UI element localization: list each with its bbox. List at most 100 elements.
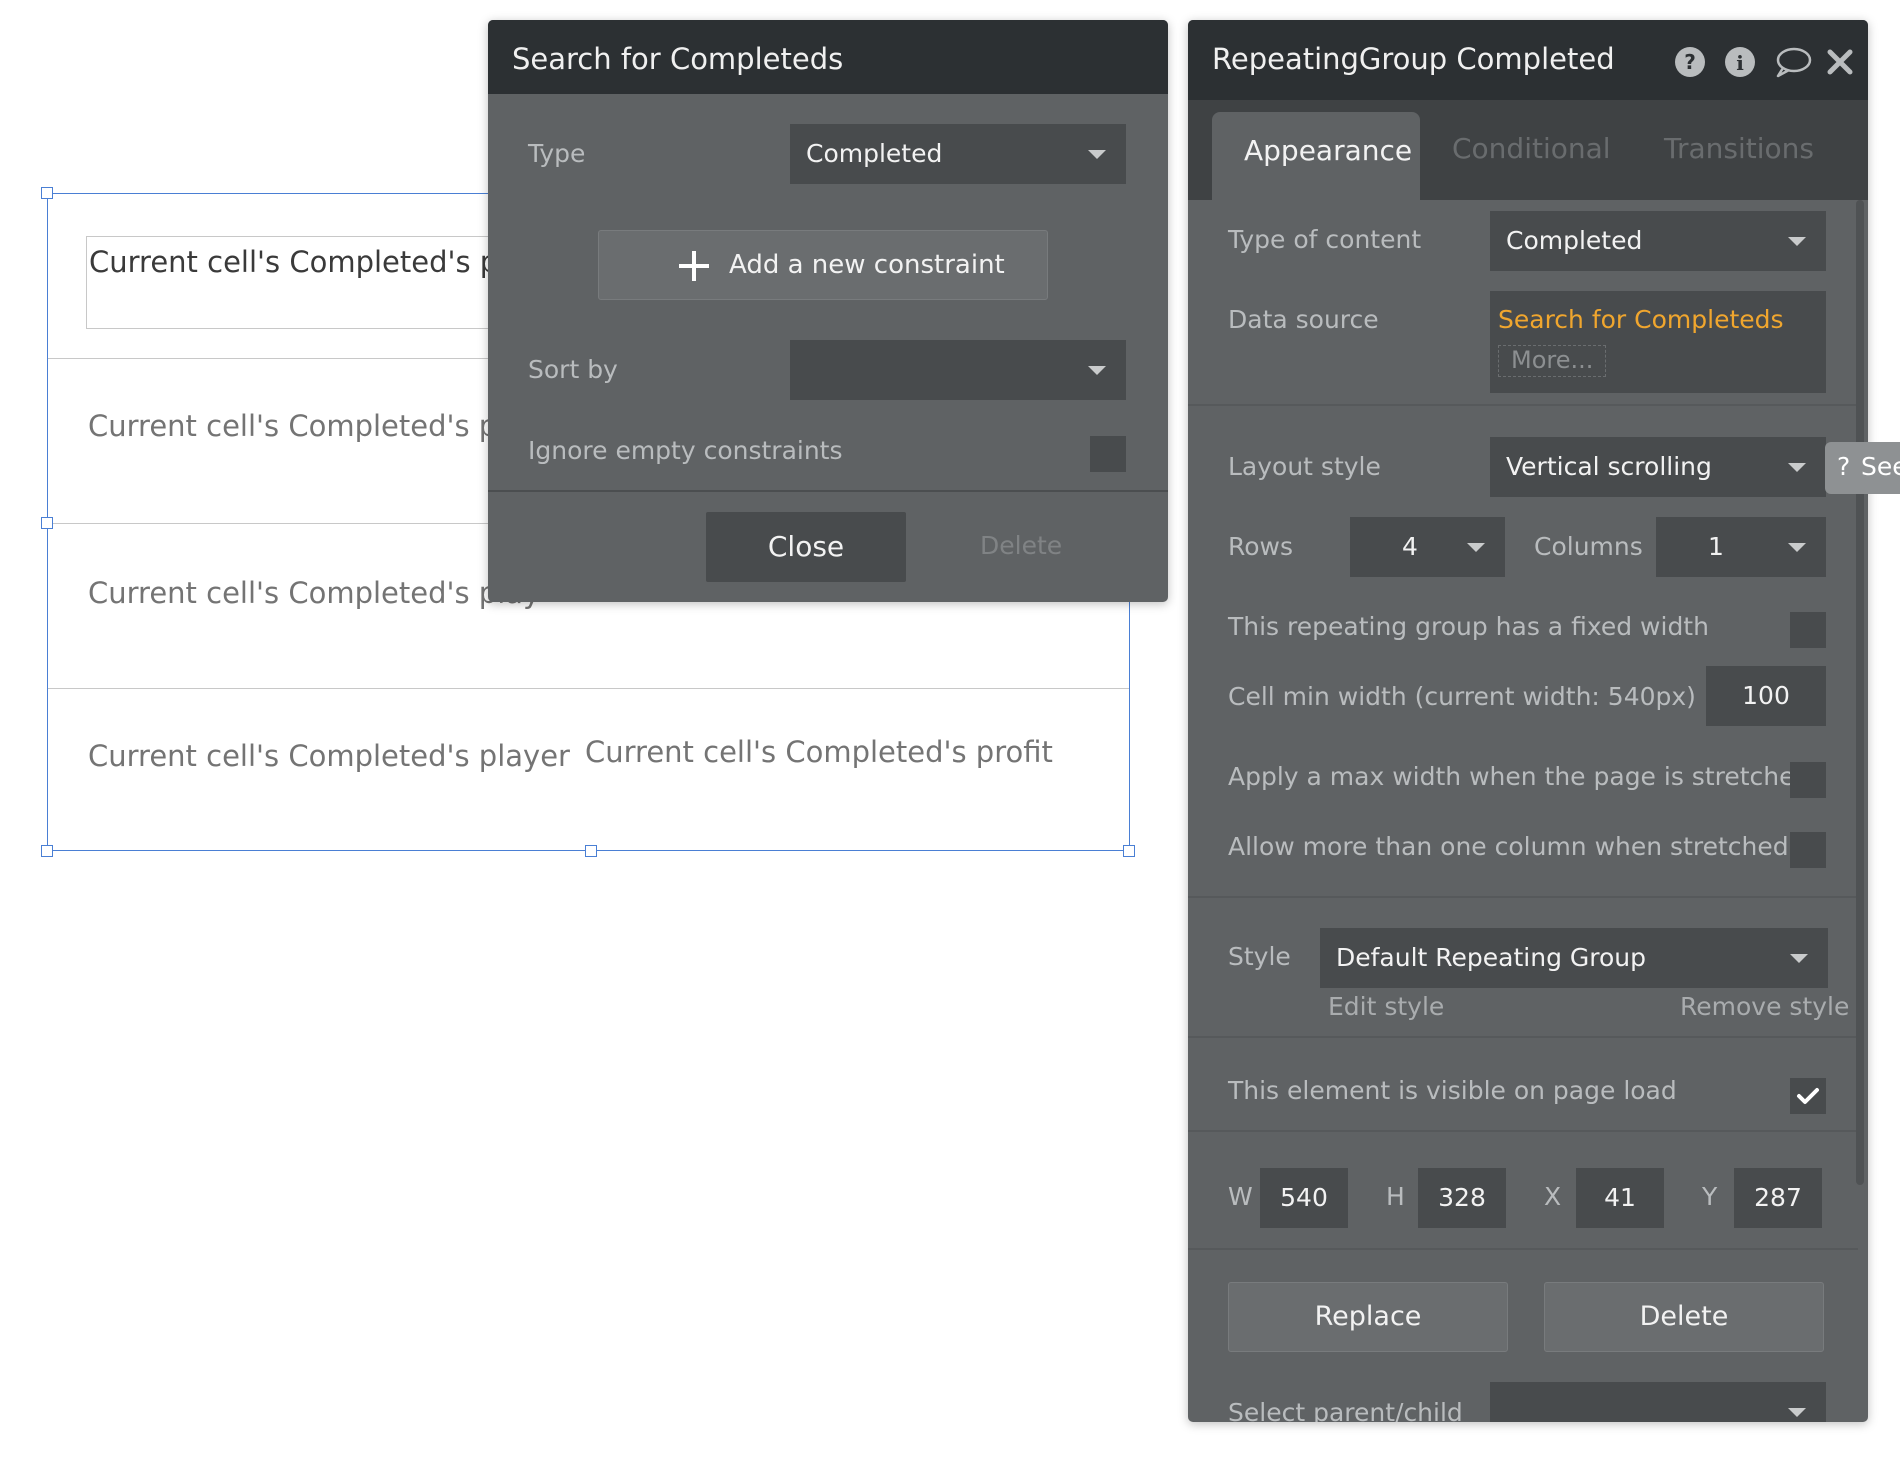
property-editor-header: RepeatingGroup Completed ? i xyxy=(1188,20,1868,100)
divider xyxy=(1188,404,1858,406)
rows-dropdown[interactable]: 4 xyxy=(1350,517,1505,577)
resize-handle-top-left[interactable] xyxy=(41,187,53,199)
style-label: Style xyxy=(1228,942,1291,971)
see-reference-tab[interactable]: ? See xyxy=(1825,442,1900,494)
resize-handle-bottom-right[interactable] xyxy=(1123,845,1135,857)
type-of-content-label: Type of content xyxy=(1228,225,1422,254)
tab-conditional[interactable]: Conditional xyxy=(1452,132,1611,165)
close-button-label: Close xyxy=(767,530,845,563)
x-label: X xyxy=(1544,1182,1562,1211)
x-value: 41 xyxy=(1604,1183,1636,1212)
property-editor: RepeatingGroup Completed ? i Conditional… xyxy=(1188,20,1868,1422)
height-input[interactable]: 328 xyxy=(1418,1168,1506,1228)
tab-appearance[interactable]: Appearance xyxy=(1212,112,1420,200)
cell-profit-text: Current cell's Completed's profit xyxy=(585,735,1053,769)
replace-button[interactable]: Replace xyxy=(1228,1282,1508,1352)
width-value: 540 xyxy=(1280,1183,1328,1212)
visible-on-load-label: This element is visible on page load xyxy=(1228,1076,1677,1105)
resize-handle-middle-left[interactable] xyxy=(41,517,53,529)
more-columns-checkbox[interactable] xyxy=(1790,832,1826,868)
x-input[interactable]: 41 xyxy=(1576,1168,1664,1228)
data-source-field[interactable]: Search for Completeds More... xyxy=(1490,291,1826,393)
width-input[interactable]: 540 xyxy=(1260,1168,1348,1228)
cell-player-text: Current cell's Completed's pla xyxy=(88,409,524,443)
layout-style-dropdown[interactable]: Vertical scrolling xyxy=(1490,437,1826,497)
question-icon: ? xyxy=(1837,452,1851,481)
type-of-content-value: Completed xyxy=(1506,226,1643,255)
parent-child-dropdown[interactable] xyxy=(1490,1382,1826,1422)
w-label: W xyxy=(1228,1182,1253,1211)
divider xyxy=(488,490,1168,492)
add-constraint-label: Add a new constraint xyxy=(729,250,1005,280)
see-tab-label: See xyxy=(1861,452,1900,481)
type-dropdown[interactable]: Completed xyxy=(790,124,1126,184)
cell-min-width-value: 100 xyxy=(1742,681,1790,710)
rows-label: Rows xyxy=(1228,532,1294,561)
list-item[interactable]: Current cell's Completed's player Curren… xyxy=(48,689,1129,852)
rows-value: 4 xyxy=(1402,532,1418,561)
chevron-down-icon xyxy=(1088,150,1106,159)
edit-style-link[interactable]: Edit style xyxy=(1328,992,1444,1021)
y-value: 287 xyxy=(1754,1183,1802,1212)
resize-handle-bottom-middle[interactable] xyxy=(585,845,597,857)
add-constraint-button[interactable]: Add a new constraint xyxy=(598,230,1048,300)
ignore-empty-checkbox[interactable] xyxy=(1090,436,1126,472)
chevron-down-icon xyxy=(1788,237,1806,246)
type-label: Type xyxy=(528,139,586,168)
info-icon[interactable]: i xyxy=(1724,46,1756,78)
max-width-checkbox[interactable] xyxy=(1790,762,1826,798)
data-source-expression[interactable]: Search for Completeds xyxy=(1498,305,1784,334)
delete-element-button-label: Delete xyxy=(1639,1301,1729,1332)
plus-icon xyxy=(679,251,709,281)
fixed-width-checkbox[interactable] xyxy=(1790,612,1826,648)
svg-text:?: ? xyxy=(1684,50,1696,74)
y-input[interactable]: 287 xyxy=(1734,1168,1822,1228)
delete-button[interactable]: Delete xyxy=(980,531,1062,560)
cell-player-text: Current cell's Completed's play xyxy=(88,576,541,610)
tab-appearance-label: Appearance xyxy=(1244,134,1413,167)
cell-min-width-label: Cell min width (current width: 540px) xyxy=(1228,682,1696,711)
close-icon[interactable] xyxy=(1826,46,1854,78)
comment-icon[interactable] xyxy=(1774,46,1812,78)
visible-on-load-checkbox[interactable] xyxy=(1790,1078,1826,1114)
columns-label: Columns xyxy=(1534,532,1643,561)
data-source-label: Data source xyxy=(1228,305,1379,334)
checkmark-icon xyxy=(1797,1088,1819,1104)
cell-min-width-input[interactable]: 100 xyxy=(1706,666,1826,726)
sort-by-label: Sort by xyxy=(528,355,618,384)
type-of-content-dropdown[interactable]: Completed xyxy=(1490,211,1826,271)
y-label: Y xyxy=(1702,1182,1718,1211)
close-button[interactable]: Close xyxy=(706,512,906,582)
divider xyxy=(1188,1036,1858,1038)
chevron-down-icon xyxy=(1790,954,1808,963)
tab-transitions[interactable]: Transitions xyxy=(1664,132,1814,165)
remove-style-link[interactable]: Remove style xyxy=(1680,992,1849,1021)
parent-child-label: Select parent/child xyxy=(1228,1398,1463,1422)
delete-element-button[interactable]: Delete xyxy=(1544,1282,1824,1352)
style-dropdown[interactable]: Default Repeating Group xyxy=(1320,928,1828,988)
columns-value: 1 xyxy=(1708,532,1724,561)
resize-handle-bottom-left[interactable] xyxy=(41,845,53,857)
layout-style-value: Vertical scrolling xyxy=(1506,452,1712,481)
more-columns-label: Allow more than one column when stretche… xyxy=(1228,832,1789,861)
sort-by-dropdown[interactable] xyxy=(790,340,1126,400)
layout-style-label: Layout style xyxy=(1228,452,1381,481)
chevron-down-icon xyxy=(1788,543,1806,552)
chevron-down-icon xyxy=(1788,1408,1806,1417)
ignore-empty-label: Ignore empty constraints xyxy=(528,436,843,465)
style-value: Default Repeating Group xyxy=(1336,943,1647,972)
divider xyxy=(1188,1248,1858,1250)
cell-player-text: Current cell's Completed's player xyxy=(88,739,570,773)
max-width-label: Apply a max width when the page is stret… xyxy=(1228,762,1811,791)
search-popup: Search for Completeds Type Completed Add… xyxy=(488,20,1168,602)
chevron-down-icon xyxy=(1467,543,1485,552)
columns-dropdown[interactable]: 1 xyxy=(1656,517,1826,577)
divider xyxy=(1188,896,1858,898)
h-label: H xyxy=(1386,1182,1405,1211)
property-editor-title: RepeatingGroup Completed xyxy=(1212,42,1615,76)
scrollbar[interactable] xyxy=(1856,200,1864,1185)
more-button[interactable]: More... xyxy=(1498,345,1607,377)
divider xyxy=(1188,1130,1858,1132)
help-icon[interactable]: ? xyxy=(1674,46,1706,78)
height-value: 328 xyxy=(1438,1183,1486,1212)
